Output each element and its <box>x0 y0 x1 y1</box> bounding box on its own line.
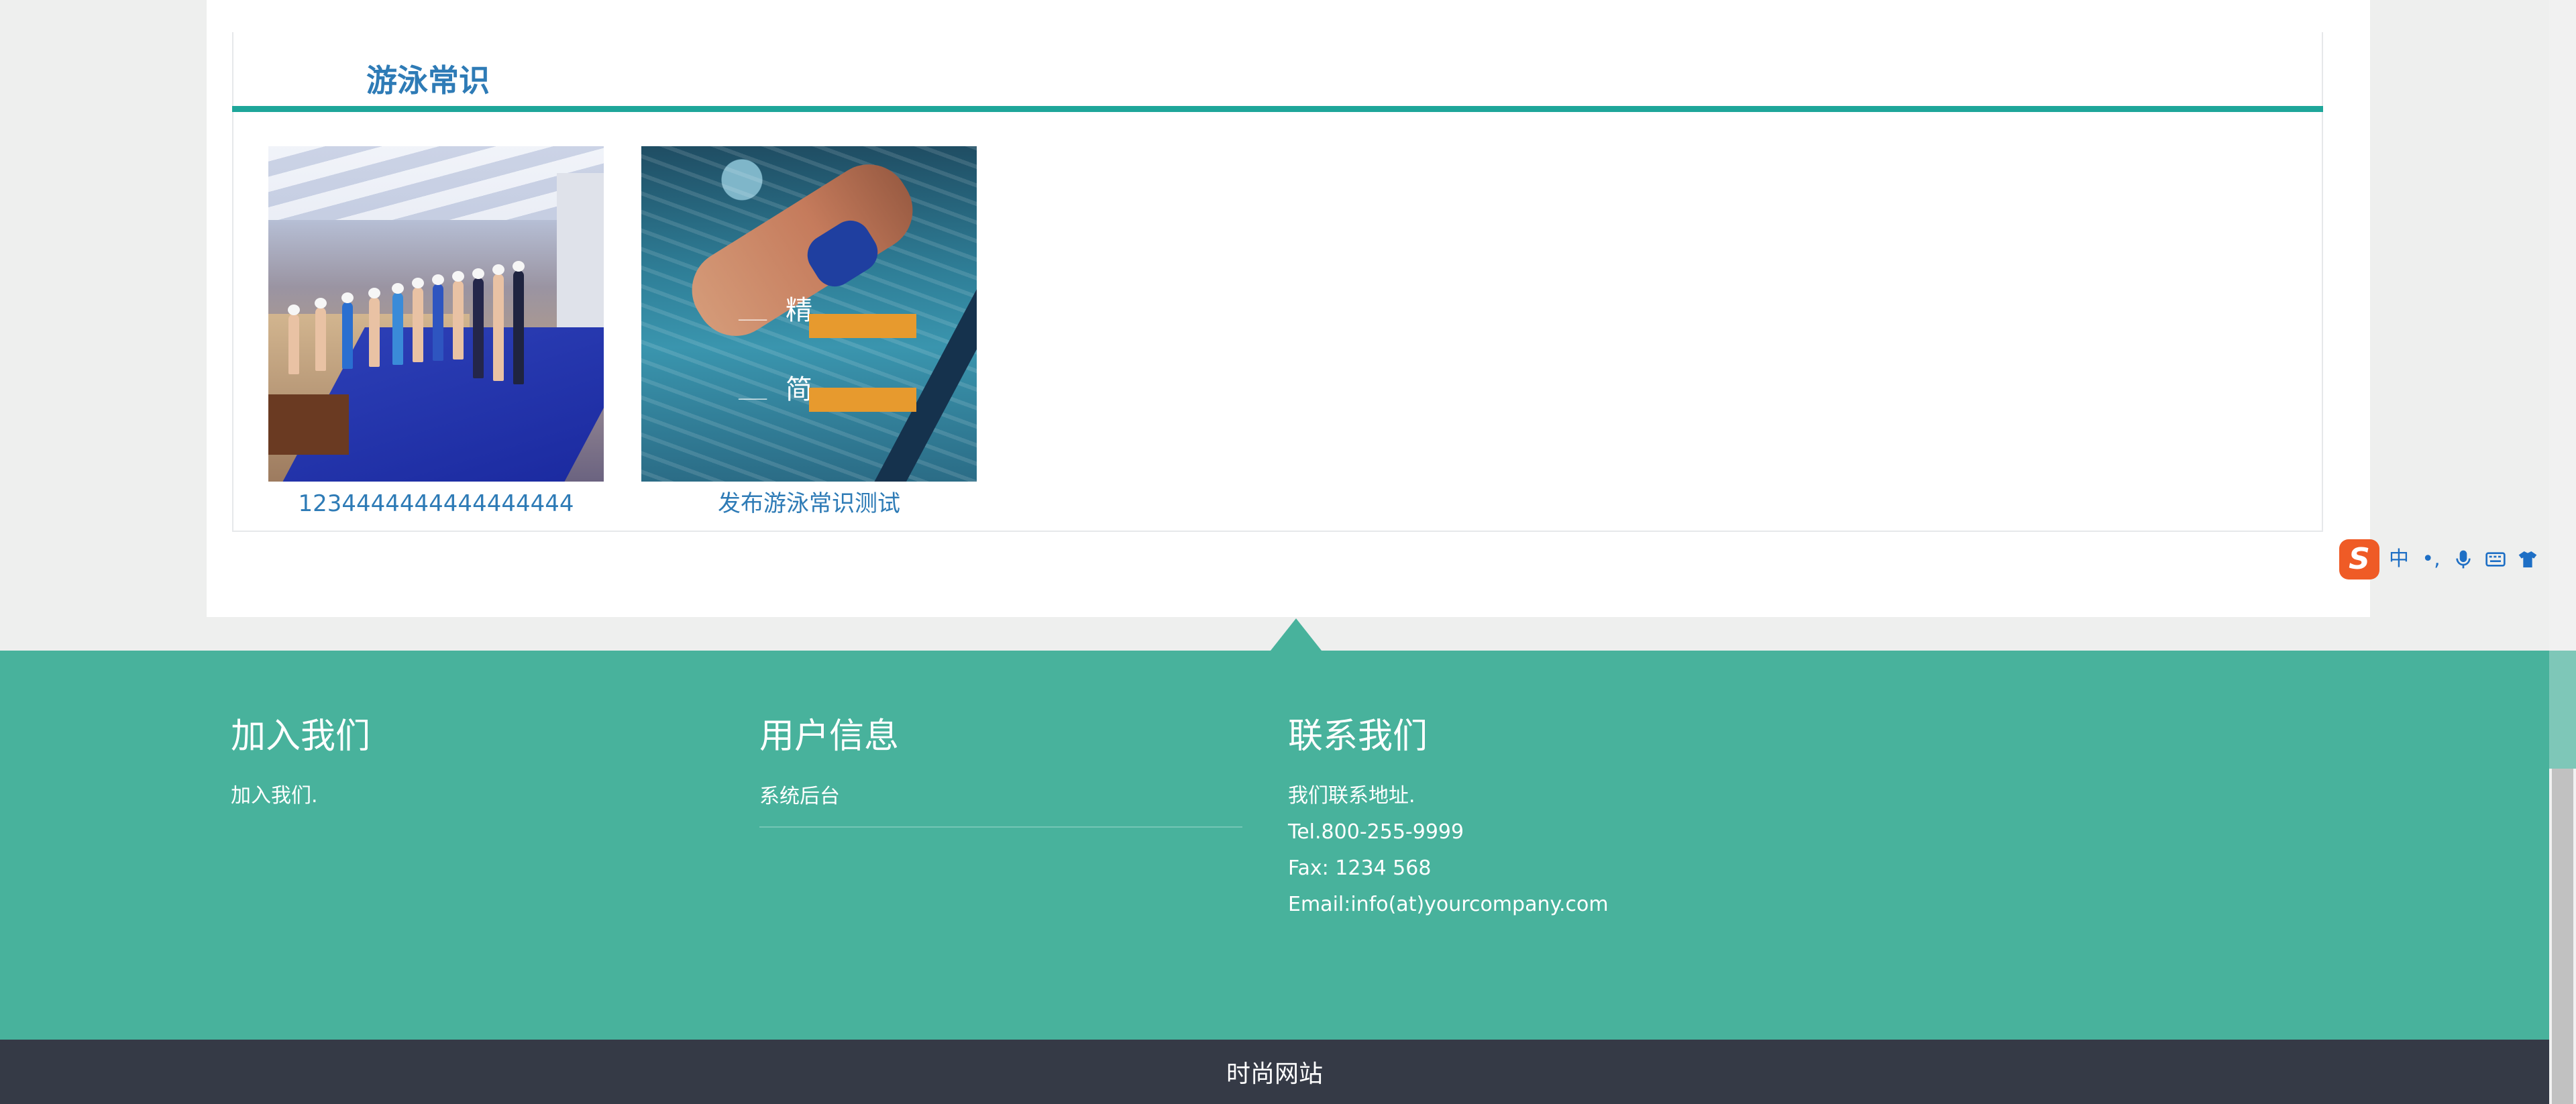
contact-email: Email:info(at)yourcompany.com <box>1288 893 1609 916</box>
ime-mode-toggle[interactable]: 中 <box>2386 546 2412 573</box>
site-name: 时尚网站 <box>1226 1060 1323 1088</box>
ime-toolbar[interactable]: S 中 •, <box>2339 537 2576 582</box>
contact-details: 我们联系地址. Tel.800-255-9999 Fax: 1234 568 E… <box>1288 778 1609 923</box>
article-thumbnail-indoor-pool[interactable] <box>268 146 604 482</box>
footer-heading-contact: 联系我们 <box>1288 716 1428 757</box>
article-card[interactable]: 1234444444444444444 <box>268 146 604 519</box>
sogou-logo-icon[interactable]: S <box>2339 539 2379 579</box>
poster-glyph: 精 <box>786 295 812 326</box>
admin-backend-link[interactable]: 系统后台 <box>759 783 1242 828</box>
skin-icon[interactable] <box>2515 546 2540 573</box>
footer-join-text: 加入我们. <box>231 784 318 808</box>
footer-heading-join: 加入我们 <box>231 716 371 757</box>
article-thumbnail-swimmer-poster[interactable]: ───── 精 ───── 简 <box>641 146 977 482</box>
article-card[interactable]: ───── 精 ───── 简 发布游泳常识测试 <box>641 146 977 519</box>
content-card: 游泳常识 1234444444444444444 ───── 精 ───── 简… <box>207 0 2370 617</box>
keyboard-icon[interactable] <box>2483 546 2508 573</box>
article-title-link[interactable]: 发布游泳常识测试 <box>641 488 977 519</box>
swimming-knowledge-panel: 游泳常识 1234444444444444444 ───── 精 ───── 简… <box>232 32 2323 532</box>
footer-user-column: 用户信息 系统后台 <box>759 710 1242 828</box>
footer-notch <box>1271 618 1322 651</box>
footer-join-column: 加入我们 加入我们. <box>231 710 370 814</box>
ime-punctuation-toggle[interactable]: •, <box>2418 546 2444 573</box>
contact-address: 我们联系地址. <box>1288 784 1415 808</box>
poster-glyph: 简 <box>786 374 812 405</box>
footer-contact-column: 联系我们 我们联系地址. Tel.800-255-9999 Fax: 1234 … <box>1288 710 1609 923</box>
footer-heading-user: 用户信息 <box>759 716 900 757</box>
scrollbar-thumb[interactable] <box>2552 769 2573 1104</box>
microphone-icon[interactable] <box>2451 546 2476 573</box>
title-divider <box>232 106 2323 112</box>
contact-tel: Tel.800-255-9999 <box>1288 820 1464 844</box>
article-title-link[interactable]: 1234444444444444444 <box>268 488 604 519</box>
contact-fax: Fax: 1234 568 <box>1288 857 1432 880</box>
footer: 加入我们 加入我们. 用户信息 系统后台 联系我们 我们联系地址. Tel.80… <box>0 651 2549 1040</box>
section-title: 游泳常识 <box>366 62 490 99</box>
bottom-bar: 时尚网站 <box>0 1040 2549 1104</box>
page-scrollbar[interactable] <box>2549 0 2576 1104</box>
